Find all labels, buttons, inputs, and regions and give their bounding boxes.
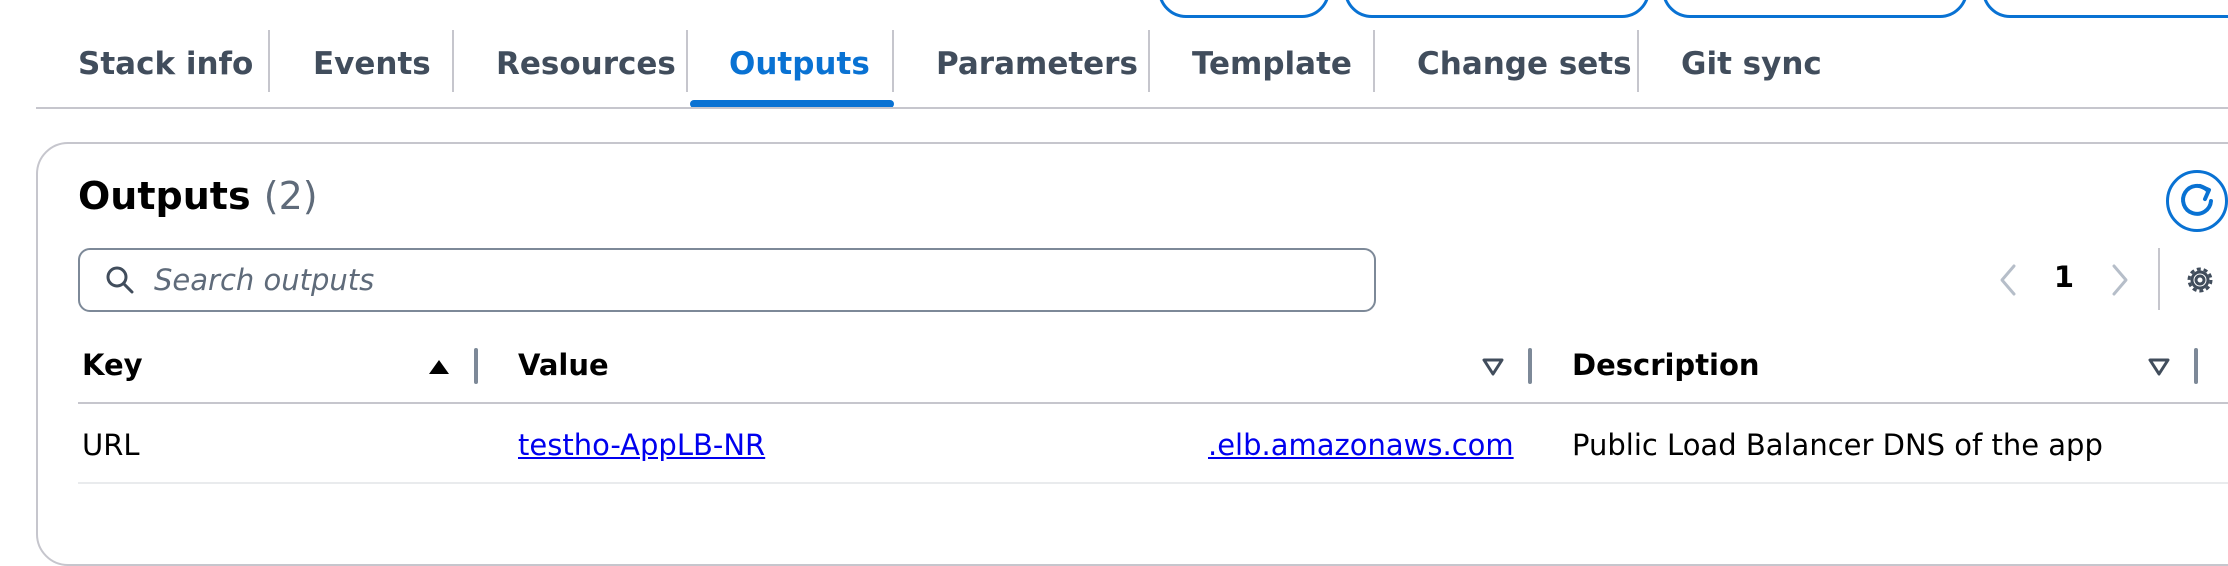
column-resizer[interactable] [1528,348,1532,384]
refresh-button[interactable] [2166,170,2228,232]
outputs-title: Outputs [78,174,251,218]
output-value-link[interactable]: testho-AppLB-NR [518,428,765,462]
gear-icon[interactable] [2182,262,2218,298]
sort-descending-icon[interactable] [2148,358,2170,376]
tab-divider [1373,30,1375,92]
tab-git-sync[interactable]: Git sync [1681,36,1822,92]
output-key: URL [82,428,140,462]
tab-parameters[interactable]: Parameters [936,36,1138,92]
tab-divider [1148,30,1150,92]
search-icon [106,266,134,294]
column-resizer[interactable] [474,348,478,384]
tab-divider [892,30,894,92]
chevron-left-icon[interactable] [1994,262,2022,298]
table-row-divider [78,482,2228,484]
tab-divider [452,30,454,92]
search-field[interactable] [78,248,1376,312]
tabs-divider-line [36,107,2228,109]
outputs-panel [36,142,2228,566]
stack-tabs: Stack info Events Resources Outputs Para… [0,0,2228,110]
pagination-divider [2158,248,2160,310]
tab-change-sets[interactable]: Change sets [1417,36,1632,92]
chevron-right-icon[interactable] [2106,262,2134,298]
tab-divider [1637,30,1639,92]
tab-divider [268,30,270,92]
table-header-divider [78,402,2228,404]
output-value-link-end[interactable]: .elb.amazonaws.com [1208,428,1514,462]
search-input[interactable] [152,254,1356,306]
outputs-count: (2) [263,174,318,218]
tab-events[interactable]: Events [313,36,431,92]
tab-divider [686,30,688,92]
tab-template[interactable]: Template [1192,36,1352,92]
tab-resources[interactable]: Resources [496,36,676,92]
column-header-value[interactable]: Value [518,348,609,382]
refresh-icon [2181,183,2213,216]
outputs-heading: Outputs (2) [78,174,318,218]
column-header-description[interactable]: Description [1572,348,1760,382]
tab-stack-info[interactable]: Stack info [78,36,253,92]
sort-ascending-icon[interactable] [428,358,450,376]
page-number[interactable]: 1 [2046,260,2082,294]
column-resizer[interactable] [2194,348,2198,384]
output-description: Public Load Balancer DNS of the app [1572,428,2103,462]
column-header-key[interactable]: Key [82,348,143,382]
sort-descending-icon[interactable] [1482,358,1504,376]
tab-outputs[interactable]: Outputs [729,36,870,92]
